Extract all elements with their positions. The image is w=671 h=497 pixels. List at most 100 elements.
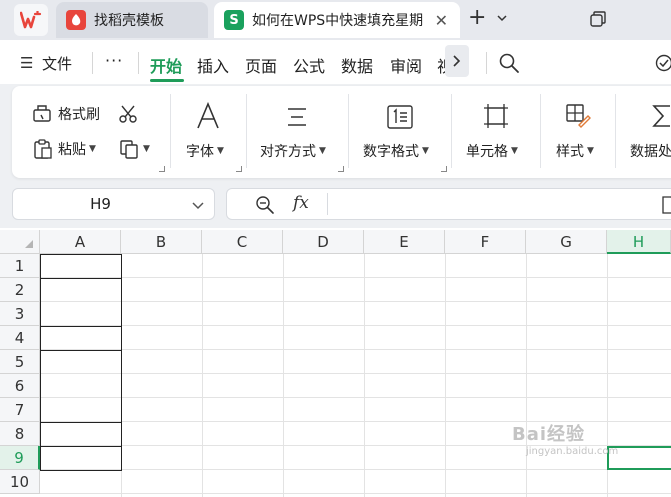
ribbon-area: 格式刷 粘贴 ▼ ▼ 字体 ▼ 对齐方式 ▼ 数字格式 ▼ 单元格 ▼ 样式 ▼… [0, 84, 671, 184]
column-header-a[interactable]: A [40, 230, 121, 254]
row-header-3[interactable]: 3 [0, 302, 40, 326]
menu-review[interactable]: 审阅 [390, 53, 422, 77]
menu-insert[interactable]: 插入 [197, 53, 229, 77]
align-icon [286, 106, 308, 132]
close-icon[interactable]: ✕ [435, 11, 448, 30]
select-all-button[interactable] [0, 230, 40, 254]
number-format-button[interactable]: 数字格式 ▼ [363, 141, 429, 161]
select-all-triangle-icon [25, 240, 33, 248]
zoom-icon[interactable] [255, 195, 275, 215]
row-header-1[interactable]: 1 [0, 254, 40, 278]
document-icon[interactable] [661, 196, 671, 214]
formula-input[interactable]: fx [226, 188, 671, 220]
fx-icon[interactable]: fx [293, 193, 309, 213]
wps-logo-icon[interactable] [14, 4, 48, 36]
grid-line [40, 493, 671, 494]
cell-button[interactable]: 单元格 ▼ [466, 141, 518, 161]
chevron-down-icon: ▼ [319, 146, 326, 156]
more-icon[interactable]: ··· [105, 51, 123, 70]
menu-view[interactable]: 视 [437, 53, 445, 77]
chevron-down-icon[interactable] [192, 199, 204, 210]
grid-line [364, 254, 365, 497]
copy-button[interactable]: ▼ [118, 138, 150, 160]
bordered-range-a5-a7[interactable] [40, 350, 122, 423]
style-button[interactable]: 样式 ▼ [556, 141, 594, 161]
alignment-button[interactable]: 对齐方式 ▼ [260, 141, 326, 161]
grid-line [202, 254, 203, 497]
cell-label: 单元格 [466, 144, 508, 160]
menu-scroll-right-button[interactable] [445, 45, 469, 77]
chevron-down-icon[interactable] [497, 12, 507, 25]
menu-divider [486, 52, 487, 74]
spreadsheet-icon: S [224, 10, 244, 30]
ribbon-divider [170, 94, 171, 168]
column-header-b[interactable]: B [121, 230, 202, 254]
tab-docer-templates[interactable]: 找稻壳模板 [56, 2, 208, 38]
grid-line [526, 254, 527, 497]
grid-line [40, 301, 671, 302]
formula-divider [327, 193, 328, 215]
row-header-9[interactable]: 9 [0, 446, 40, 470]
cell-icon [483, 103, 509, 133]
bordered-range-a2-a3[interactable] [40, 278, 122, 327]
name-box-value: H9 [90, 195, 111, 213]
group-expand-icon[interactable] [236, 166, 242, 172]
docer-icon [66, 10, 86, 30]
menu-file[interactable]: 文件 [42, 53, 72, 74]
group-expand-icon[interactable] [441, 166, 447, 172]
paste-button[interactable]: 粘贴 ▼ [32, 138, 96, 160]
watermark: Bai经验 jingyan.baidu.com [512, 420, 618, 457]
restore-window-icon[interactable] [589, 10, 607, 28]
bordered-cell-a4[interactable] [40, 326, 122, 351]
font-button[interactable]: 字体 ▼ [186, 141, 224, 161]
paste-label: 粘贴 [58, 142, 86, 158]
row-header-4[interactable]: 4 [0, 326, 40, 350]
tab-current-document[interactable]: S 如何在WPS中快速填充星期 ✕ [214, 2, 460, 38]
menu-data[interactable]: 数据 [341, 53, 373, 77]
row-header-6[interactable]: 6 [0, 374, 40, 398]
watermark-logo-text: Bai经验 [512, 424, 586, 445]
column-header-e[interactable]: E [364, 230, 445, 254]
chevron-down-icon: ▼ [143, 144, 150, 154]
bordered-cell-a1[interactable] [40, 254, 122, 279]
active-tab-indicator [150, 79, 184, 82]
row-header-7[interactable]: 7 [0, 398, 40, 422]
format-painter-button[interactable]: 格式刷 [32, 104, 100, 124]
style-label: 样式 [556, 144, 584, 160]
group-expand-icon[interactable] [338, 166, 344, 172]
column-header-f[interactable]: F [445, 230, 526, 254]
grid-line [40, 373, 671, 374]
bordered-cell-a9[interactable] [40, 446, 122, 471]
cut-button[interactable] [118, 104, 138, 124]
search-icon[interactable] [498, 52, 520, 74]
hamburger-icon[interactable]: ☰ [20, 54, 33, 72]
grid-line [40, 349, 671, 350]
column-header-h[interactable]: H [607, 230, 671, 254]
cloud-sync-icon[interactable] [655, 54, 671, 72]
row-header-5[interactable]: 5 [0, 350, 40, 374]
menu-home[interactable]: 开始 [150, 53, 182, 77]
row-header-10[interactable]: 10 [0, 470, 40, 494]
grid-line [40, 277, 671, 278]
menu-formula[interactable]: 公式 [293, 53, 325, 77]
chevron-down-icon: ▼ [422, 146, 429, 156]
menu-divider [138, 52, 139, 74]
row-header-8[interactable]: 8 [0, 422, 40, 446]
row-header-2[interactable]: 2 [0, 278, 40, 302]
scissors-icon [119, 105, 137, 123]
new-tab-button[interactable]: + [468, 7, 486, 29]
column-header-c[interactable]: C [202, 230, 283, 254]
bordered-cell-a8[interactable] [40, 422, 122, 447]
grid-line [40, 397, 671, 398]
number-format-label: 数字格式 [363, 144, 419, 160]
group-expand-icon[interactable] [159, 166, 165, 172]
watermark-url: jingyan.baidu.com [526, 446, 619, 457]
menu-page[interactable]: 页面 [245, 53, 277, 77]
name-box[interactable]: H9 [12, 188, 215, 220]
spreadsheet-grid[interactable]: A B C D E F G H 1 2 3 4 5 6 7 8 9 10 Bai… [0, 230, 671, 497]
column-header-d[interactable]: D [283, 230, 364, 254]
data-processing-button[interactable]: 数据处 [630, 141, 671, 161]
ribbon-divider [348, 94, 349, 168]
menu-bar: ☰ 文件 ··· 开始 插入 页面 公式 数据 审阅 视 [0, 40, 671, 84]
column-header-g[interactable]: G [526, 230, 607, 254]
